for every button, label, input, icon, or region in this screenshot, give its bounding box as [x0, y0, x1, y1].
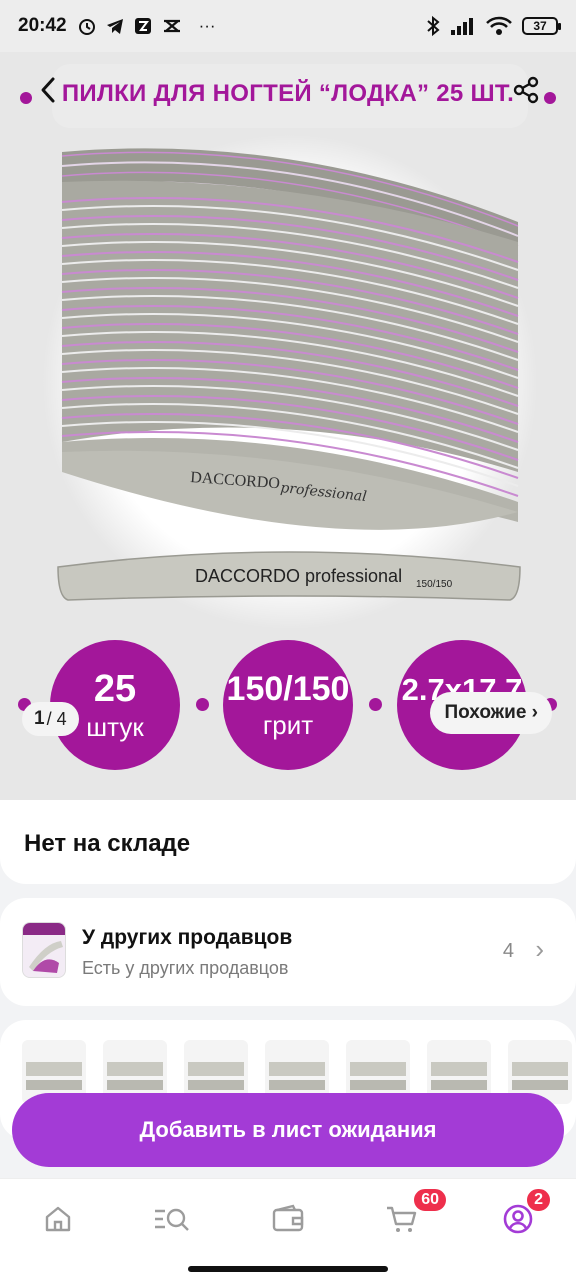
seller-product-thumbnail — [22, 922, 66, 978]
quantity-value: 25 — [93, 668, 137, 710]
quantity-unit: штук — [86, 712, 144, 742]
nav-profile[interactable]: 2 — [486, 1187, 552, 1241]
status-time: 20:42 — [18, 15, 67, 36]
other-sellers-title: У других продавцов — [82, 926, 293, 949]
catalog-search-icon — [155, 1208, 189, 1231]
other-sellers-count: 4 — [502, 940, 514, 962]
grit-unit: грит — [262, 710, 314, 740]
share-icon — [513, 76, 539, 104]
back-button[interactable] — [20, 62, 76, 118]
product-image-gallery[interactable]: ПИЛКИ ДЛЯ НОГТЕЙ “ЛОДКА” 25 ШТ. DACCORDO… — [0, 52, 576, 800]
stock-status-card: Нет на складе — [0, 800, 576, 884]
status-right: 37 — [426, 15, 561, 37]
profile-notification-badge: 2 — [525, 1187, 552, 1213]
app-icon — [134, 18, 151, 34]
cart-count-badge: 60 — [412, 1187, 448, 1213]
nail-file-stack: DACCORDO professional — [61, 148, 519, 530]
grit-value: 150/150 — [226, 670, 350, 708]
chevron-left-icon — [41, 77, 55, 103]
home-indicator — [188, 1266, 388, 1272]
alarm-icon — [78, 19, 95, 35]
product-page: 20:42 ··· 37 ПИЛКИ ДЛЯ НОГТЕЙ “ЛОДКА” 25… — [0, 0, 576, 1280]
single-nail-file: DACCORDO professional 150/150 — [57, 551, 521, 601]
stock-status-text: Нет на складе — [24, 830, 191, 857]
wifi-icon — [486, 16, 512, 35]
grit-badge: 150/150 грит — [223, 640, 353, 770]
telegram-icon — [106, 19, 123, 34]
status-bar: 20:42 ··· 37 — [0, 0, 576, 52]
product-image-title: ПИЛКИ ДЛЯ НОГТЕЙ “ЛОДКА” 25 ШТ. — [61, 80, 515, 107]
badge-dot-3 — [369, 698, 382, 711]
add-to-waitlist-button[interactable]: Добавить в лист ожидания — [12, 1093, 564, 1167]
nav-wallet[interactable] — [256, 1197, 320, 1241]
nav-catalog[interactable] — [140, 1197, 204, 1241]
battery-indicator: 37 — [522, 17, 561, 35]
wallet-icon — [272, 1204, 304, 1232]
thumbnail-image — [23, 923, 65, 977]
similar-products-button[interactable]: Похожие › — [430, 692, 552, 734]
image-counter-total: / 4 — [46, 708, 67, 729]
image-counter-current: 1 — [34, 708, 45, 729]
file-brand-print: DACCORDO professional — [195, 566, 402, 586]
image-counter: 1 / 4 — [22, 702, 79, 736]
signal-icon — [451, 18, 473, 35]
product-photo: DACCORDO professional DACCORDO professio… — [57, 148, 521, 601]
badge-dot-2 — [196, 698, 209, 711]
bottom-navigation: 60 2 — [0, 1178, 576, 1280]
other-sellers-card[interactable]: У других продавцов Есть у других продавц… — [0, 898, 576, 1006]
share-button[interactable] — [498, 62, 554, 118]
nav-cart[interactable]: 60 — [370, 1187, 448, 1241]
bluetooth-icon — [427, 15, 440, 37]
more-dots-icon: ··· — [198, 16, 216, 35]
other-sellers-subtitle: Есть у других продавцов — [82, 958, 289, 978]
home-icon — [45, 1206, 71, 1232]
nav-home[interactable] — [26, 1197, 90, 1241]
cart-icon — [387, 1206, 417, 1232]
chevron-right-icon: › — [535, 934, 544, 964]
status-icons: ··· — [77, 16, 216, 36]
app-icon-2 — [163, 19, 180, 33]
file-grit-print: 150/150 — [416, 579, 453, 590]
